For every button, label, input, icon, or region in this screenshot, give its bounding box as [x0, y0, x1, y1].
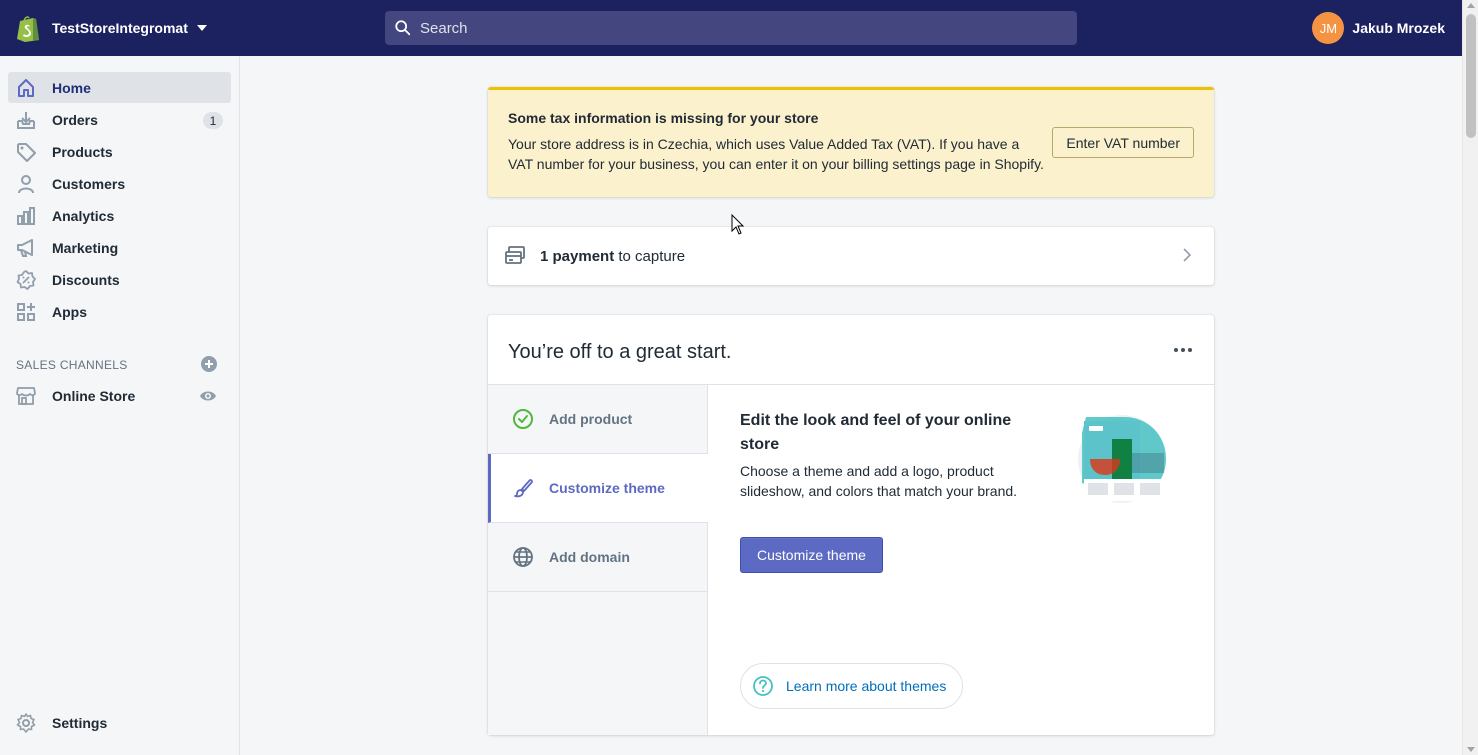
- avatar: JM: [1312, 12, 1345, 44]
- sidebar-item-label: Orders: [52, 111, 98, 128]
- store-switcher[interactable]: TestStoreIntegromat: [16, 14, 207, 42]
- sidebar-item-apps[interactable]: Apps: [8, 296, 231, 327]
- step-label: Add product: [549, 411, 633, 427]
- bar-chart-icon: [16, 206, 36, 226]
- user-name: Jakub Mrozek: [1352, 20, 1445, 36]
- page-scrollbar[interactable]: [1462, 0, 1478, 755]
- caret-down-icon: [196, 25, 207, 31]
- step-label: Customize theme: [549, 480, 665, 496]
- banner-body: Your store address is in Czechia, which …: [508, 136, 1044, 172]
- gear-icon: [16, 712, 36, 733]
- help-circle-icon: [753, 676, 773, 696]
- step-add-product[interactable]: Add product: [488, 385, 708, 454]
- payment-suffix: to capture: [614, 247, 686, 265]
- enter-vat-button[interactable]: Enter VAT number: [1052, 127, 1194, 158]
- onboarding-card: You’re off to a great start. Add product…: [488, 315, 1214, 735]
- sidebar-item-orders[interactable]: Orders 1: [8, 104, 231, 135]
- store-icon: [16, 386, 36, 406]
- detail-body: Choose a theme and add a logo, product s…: [740, 463, 1018, 499]
- sidebar-item-products[interactable]: Products: [8, 136, 231, 167]
- mouse-cursor-icon: [731, 214, 745, 235]
- scroll-down-arrow-icon[interactable]: [1467, 747, 1475, 752]
- theme-illustration-icon: [1078, 415, 1166, 503]
- tax-warning-banner: Some tax information is missing for your…: [488, 87, 1214, 197]
- sidebar-item-label: Customers: [52, 175, 126, 192]
- discount-icon: [16, 269, 36, 290]
- step-add-domain[interactable]: Add domain: [488, 523, 708, 592]
- scroll-up-arrow-icon[interactable]: [1467, 3, 1475, 8]
- customize-theme-button[interactable]: Customize theme: [740, 537, 883, 573]
- apps-icon: [16, 302, 36, 322]
- sidebar-item-label: Settings: [52, 714, 108, 731]
- chevron-right-icon: [1183, 248, 1192, 262]
- sidebar-item-label: Discounts: [52, 271, 120, 288]
- scrollbar-thumb[interactable]: [1466, 14, 1476, 138]
- search-input[interactable]: [420, 19, 1060, 37]
- sales-channels-heading: SALES CHANNELS: [16, 358, 128, 372]
- check-circle-icon: [512, 408, 534, 430]
- sidebar-item-online-store[interactable]: Online Store: [8, 380, 231, 411]
- step-customize-theme[interactable]: Customize theme: [488, 454, 708, 523]
- card-title: You’re off to a great start.: [508, 341, 732, 363]
- sidebar-item-customers[interactable]: Customers: [8, 168, 231, 199]
- globe-icon: [512, 546, 534, 568]
- orders-icon: [16, 110, 36, 130]
- sidebar-item-marketing[interactable]: Marketing: [8, 232, 231, 263]
- learn-more-label: Learn more about themes: [786, 678, 947, 694]
- brush-icon: [512, 477, 534, 499]
- sidebar-item-label: Online Store: [52, 387, 136, 404]
- banner-title: Some tax information is missing for your…: [508, 110, 819, 126]
- sidebar: Home Orders 1 Products Customers Analyti…: [0, 56, 240, 755]
- sidebar-item-label: Home: [52, 79, 91, 96]
- user-menu[interactable]: JM Jakub Mrozek: [1312, 12, 1445, 44]
- learn-more-themes-link[interactable]: Learn more about themes: [740, 663, 964, 709]
- search-bar[interactable]: [385, 11, 1077, 45]
- onboarding-steps: Add product Customize theme Add domain: [488, 385, 708, 735]
- store-name: TestStoreIntegromat: [52, 20, 188, 36]
- sidebar-item-discounts[interactable]: Discounts: [8, 264, 231, 295]
- sidebar-item-label: Analytics: [52, 207, 115, 224]
- payment-capture-card[interactable]: 1 payment to capture: [488, 227, 1214, 285]
- top-bar: TestStoreIntegromat JM Jakub Mrozek: [0, 0, 1462, 56]
- sidebar-item-label: Apps: [52, 303, 87, 320]
- shopify-logo-icon: [17, 16, 39, 42]
- detail-title: Edit the look and feel of your online st…: [740, 412, 1012, 453]
- sidebar-item-settings[interactable]: Settings: [8, 707, 231, 738]
- sidebar-item-label: Marketing: [52, 239, 119, 256]
- sidebar-item-label: Products: [52, 143, 113, 160]
- sidebar-item-home[interactable]: Home: [8, 72, 231, 103]
- megaphone-icon: [16, 238, 36, 258]
- payment-text: 1 payment to capture: [540, 248, 685, 265]
- step-label: Add domain: [549, 549, 630, 565]
- orders-count-badge: 1: [203, 112, 223, 129]
- payment-icon: [505, 246, 525, 264]
- more-options-icon[interactable]: [1174, 342, 1192, 358]
- add-sales-channel-icon[interactable]: [200, 355, 218, 373]
- home-icon: [16, 78, 36, 98]
- payment-count: 1 payment: [540, 247, 615, 265]
- search-icon: [395, 20, 411, 36]
- person-icon: [16, 174, 36, 194]
- sidebar-item-analytics[interactable]: Analytics: [8, 200, 231, 231]
- eye-icon[interactable]: [199, 388, 217, 404]
- tag-icon: [16, 142, 36, 162]
